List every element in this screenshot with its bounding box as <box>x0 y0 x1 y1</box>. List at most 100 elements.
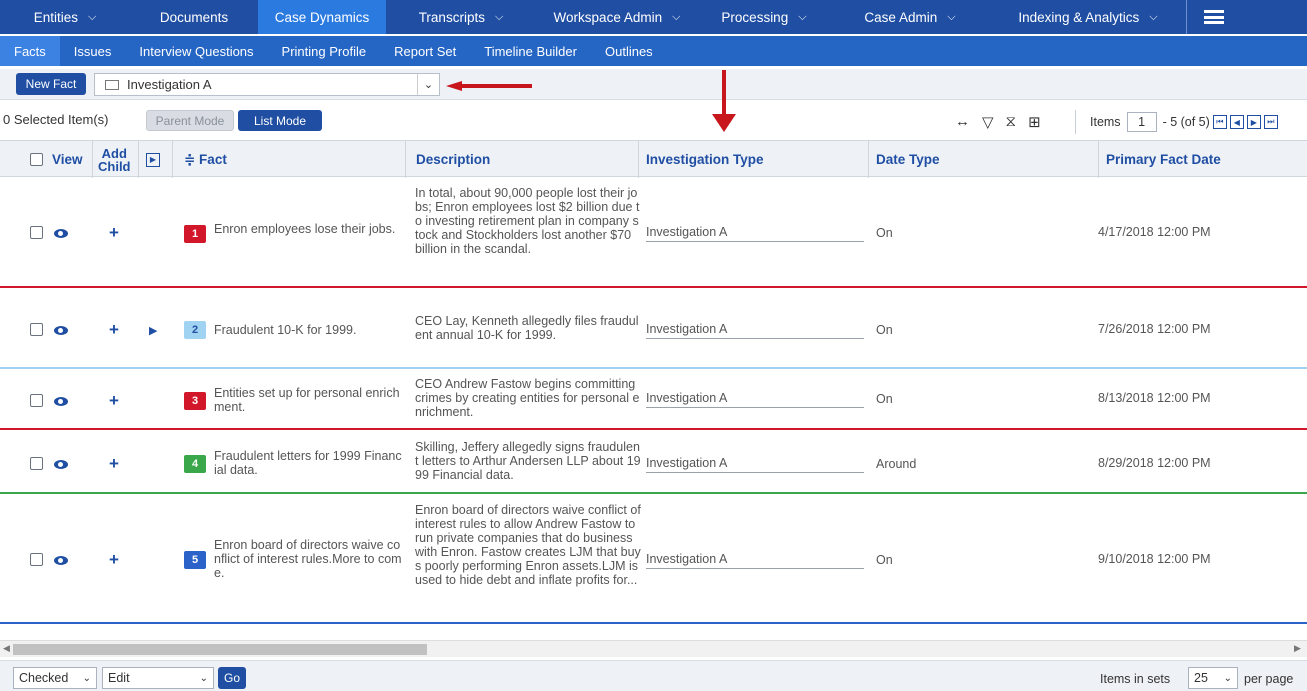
primary-fact-date-value: 9/10/2018 12:00 PM <box>1098 552 1211 566</box>
fact-number-badge: 3 <box>184 392 206 410</box>
tab-indexing-analytics[interactable]: Indexing & Analytics ⌵ <box>990 0 1186 34</box>
go-button[interactable]: Go <box>218 667 246 689</box>
hamburger-menu-button[interactable] <box>1186 0 1240 34</box>
select-all-checkbox[interactable] <box>30 141 43 178</box>
checked-scope-select[interactable]: Checked ⌄ <box>13 667 97 689</box>
eye-icon[interactable] <box>54 326 68 335</box>
fact-text[interactable]: Entities set up for personal enrichment. <box>214 386 404 414</box>
eye-icon[interactable] <box>54 460 68 469</box>
next-page-icon[interactable]: ▶ <box>1246 115 1261 129</box>
row-checkbox[interactable] <box>30 323 43 339</box>
date-type-value: Around <box>876 457 917 471</box>
investigation-type-field[interactable]: Investigation A <box>646 225 864 242</box>
horizontal-scrollbar[interactable]: ◀ ▶ <box>0 640 1307 657</box>
tab-documents[interactable]: Documents <box>130 0 258 34</box>
column-header-investigation-type[interactable]: Investigation Type <box>646 141 764 178</box>
chevron-down-icon: ⌄ <box>82 672 91 684</box>
column-header-date-type[interactable]: Date Type <box>876 141 940 178</box>
subnav-timeline-builder[interactable]: Timeline Builder <box>470 36 591 66</box>
date-type-value: On <box>876 226 893 240</box>
expand-all-button[interactable]: ▶ <box>146 141 160 178</box>
tab-case-dynamics[interactable]: Case Dynamics <box>258 0 386 34</box>
subnav-facts[interactable]: Facts <box>0 36 60 66</box>
chevron-down-icon: ⌵ <box>672 10 681 23</box>
add-child-icon[interactable]: + <box>109 455 119 472</box>
subnav-outlines[interactable]: Outlines <box>591 36 667 66</box>
row-checkbox[interactable] <box>30 457 43 473</box>
new-fact-button[interactable]: New Fact <box>16 73 86 95</box>
chevron-down-icon: ⌵ <box>1149 10 1158 23</box>
add-child-icon[interactable]: + <box>109 321 119 338</box>
column-header-primary-fact-date[interactable]: Primary Fact Date <box>1106 141 1221 178</box>
row-checkbox[interactable] <box>30 226 43 242</box>
scrollbar-thumb[interactable] <box>13 644 427 655</box>
fact-number-badge: 2 <box>184 321 206 339</box>
fact-text[interactable]: Fraudulent 10-K for 1999. <box>214 323 404 337</box>
row-checkbox[interactable] <box>30 553 43 569</box>
expand-icon: ▶ <box>146 152 160 167</box>
scroll-left-icon[interactable]: ◀ <box>3 643 10 654</box>
subnav-report-set[interactable]: Report Set <box>380 36 470 66</box>
parent-mode-button[interactable]: Parent Mode <box>146 110 234 131</box>
previous-page-icon[interactable]: ◀ <box>1229 115 1244 129</box>
tab-case-admin[interactable]: Case Admin ⌵ <box>830 0 990 34</box>
row-checkbox[interactable] <box>30 394 43 410</box>
pager: Items 1 - 5 (of 5) ⏮ ◀ ▶ ⏭ <box>1075 110 1278 134</box>
table-row[interactable]: + 5 Enron board of directors waive confl… <box>0 496 1307 624</box>
description-text: Skilling, Jeffery allegedly signs fraudu… <box>415 440 641 482</box>
scroll-right-icon[interactable]: ▶ <box>1294 643 1301 654</box>
investigation-select-value: Investigation A <box>127 77 212 92</box>
table-row[interactable]: + ▶ 2 Fraudulent 10-K for 1999. CEO Lay,… <box>0 290 1307 369</box>
fact-text[interactable]: Enron employees lose their jobs. <box>214 222 404 236</box>
clear-filter-icon[interactable]: ⧖ <box>1006 113 1017 131</box>
investigation-type-field[interactable]: Investigation A <box>646 456 864 473</box>
table-row[interactable]: + 1 Enron employees lose their jobs. In … <box>0 178 1307 288</box>
fact-number-badge: 5 <box>184 551 206 569</box>
table-row[interactable]: + 3 Entities set up for personal enrichm… <box>0 371 1307 430</box>
column-header-fact[interactable]: ≑ Fact <box>184 141 227 178</box>
resize-columns-icon[interactable]: ↔ <box>955 113 970 131</box>
add-child-icon[interactable]: + <box>109 392 119 409</box>
chevron-down-icon: ⌄ <box>417 74 439 95</box>
chevron-down-icon: ⌄ <box>199 672 208 684</box>
eye-icon[interactable] <box>54 229 68 238</box>
per-page-select[interactable]: 25 ⌄ <box>1188 667 1238 689</box>
investigation-type-field[interactable]: Investigation A <box>646 552 864 569</box>
column-chooser-icon[interactable]: ⊞ <box>1028 113 1041 131</box>
add-child-icon[interactable]: + <box>109 551 119 568</box>
first-page-icon[interactable]: ⏮ <box>1212 115 1227 129</box>
pager-items-label: Items <box>1090 115 1121 129</box>
fact-toolbar: New Fact Investigation A ⌄ <box>0 69 1307 100</box>
page-input[interactable]: 1 <box>1126 112 1157 132</box>
primary-fact-date-value: 8/13/2018 12:00 PM <box>1098 391 1211 405</box>
tab-processing[interactable]: Processing ⌵ <box>698 0 830 34</box>
eye-icon[interactable] <box>54 556 68 565</box>
last-page-icon[interactable]: ⏭ <box>1263 115 1278 129</box>
tab-transcripts[interactable]: Transcripts ⌵ <box>386 0 536 34</box>
table-row[interactable]: + 4 Fraudulent letters for 1999 Financia… <box>0 432 1307 494</box>
action-select[interactable]: Edit ⌄ <box>102 667 214 689</box>
investigation-type-field[interactable]: Investigation A <box>646 391 864 408</box>
fact-text[interactable]: Enron board of directors waive conflict … <box>214 538 404 580</box>
items-in-sets-label: Items in sets <box>1100 672 1171 686</box>
column-header-description[interactable]: Description <box>416 141 490 178</box>
hamburger-icon <box>1203 10 1224 24</box>
add-child-icon[interactable]: + <box>109 224 119 241</box>
subnav-interview-questions[interactable]: Interview Questions <box>125 36 267 66</box>
subnav-issues[interactable]: Issues <box>60 36 126 66</box>
investigation-type-field[interactable]: Investigation A <box>646 322 864 339</box>
selection-toolbar: 0 Selected Item(s) Parent Mode List Mode… <box>0 106 1307 136</box>
investigation-select[interactable]: Investigation A ⌄ <box>94 73 440 96</box>
tab-entities[interactable]: Entities ⌵ <box>0 0 130 34</box>
chevron-down-icon: ⌵ <box>87 10 97 23</box>
list-mode-button[interactable]: List Mode <box>238 110 322 131</box>
subnav-printing-profile[interactable]: Printing Profile <box>268 36 381 66</box>
tab-workspace-admin[interactable]: Workspace Admin ⌵ <box>536 0 698 34</box>
date-type-value: On <box>876 392 893 406</box>
eye-icon[interactable] <box>54 397 68 406</box>
column-header-add-child[interactable]: Add Child <box>98 141 131 178</box>
fact-text[interactable]: Fraudulent letters for 1999 Financial da… <box>214 449 404 477</box>
column-header-view[interactable]: View <box>52 141 83 178</box>
filter-icon[interactable]: ▽ <box>982 113 994 131</box>
expand-row-icon[interactable]: ▶ <box>149 324 157 337</box>
